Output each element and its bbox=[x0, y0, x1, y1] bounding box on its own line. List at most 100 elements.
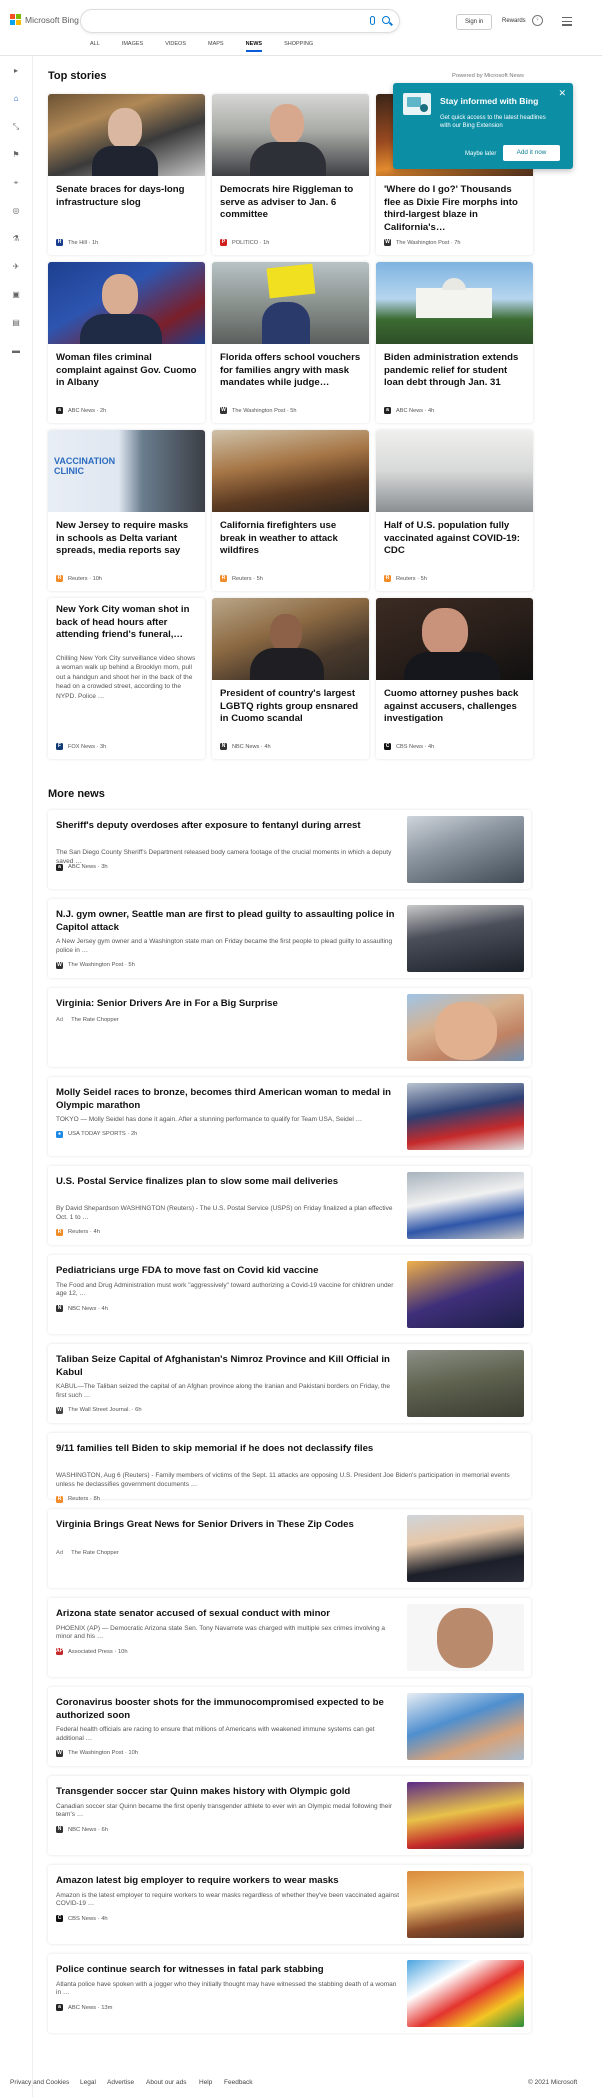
tab-images[interactable]: IMAGES bbox=[122, 41, 143, 52]
story-title[interactable]: President of country's largest LGBTQ rig… bbox=[220, 688, 363, 726]
source-name: The Washington Post bbox=[232, 407, 286, 414]
tab-news[interactable]: NEWS bbox=[245, 41, 263, 52]
news-thumbnail[interactable] bbox=[407, 1172, 524, 1239]
news-title[interactable]: N.J. gym owner, Seattle man are first to… bbox=[56, 909, 396, 934]
news-thumbnail[interactable] bbox=[407, 1871, 524, 1938]
story-card[interactable]: New York City woman shot in back of head… bbox=[48, 598, 205, 759]
news-title[interactable]: U.S. Postal Service finalizes plan to sl… bbox=[56, 1176, 396, 1189]
story-title[interactable]: Democrats hire Riggleman to serve as adv… bbox=[220, 184, 363, 222]
flag-icon[interactable]: ⚑ bbox=[11, 150, 21, 160]
news-item[interactable]: Transgender soccer star Quinn makes hist… bbox=[48, 1776, 531, 1855]
rewards-medal-icon[interactable]: ♀ bbox=[532, 15, 543, 26]
story-title[interactable]: Cuomo attorney pushes back against accus… bbox=[384, 688, 527, 726]
news-thumbnail[interactable] bbox=[407, 1604, 524, 1671]
story-card[interactable]: Woman files criminal complaint against G… bbox=[48, 262, 205, 423]
news-item[interactable]: U.S. Postal Service finalizes plan to sl… bbox=[48, 1166, 531, 1245]
entertainment-icon[interactable]: ▣ bbox=[11, 290, 21, 300]
story-title[interactable]: Biden administration extends pandemic re… bbox=[384, 352, 527, 390]
news-item[interactable]: Virginia Brings Great News for Senior Dr… bbox=[48, 1509, 531, 1588]
news-item[interactable]: Amazon latest big employer to require wo… bbox=[48, 1865, 531, 1944]
story-card[interactable]: Democrats hire Riggleman to serve as adv… bbox=[212, 94, 369, 255]
story-card[interactable]: Senate braces for days-long infrastructu… bbox=[48, 94, 205, 255]
news-title[interactable]: Coronavirus booster shots for the immuno… bbox=[56, 1697, 396, 1722]
close-icon[interactable]: ✕ bbox=[558, 88, 566, 99]
tab-all[interactable]: ALL bbox=[90, 41, 100, 52]
news-title[interactable]: Sheriff's deputy overdoses after exposur… bbox=[56, 820, 396, 833]
footer-link-privacy[interactable]: Privacy and Cookies bbox=[10, 2079, 69, 2086]
news-thumbnail[interactable] bbox=[407, 1083, 524, 1150]
maybe-later-button[interactable]: Maybe later bbox=[465, 151, 496, 157]
expand-rail-icon[interactable]: ▸ bbox=[11, 66, 21, 76]
news-thumbnail[interactable] bbox=[407, 1261, 524, 1328]
story-card[interactable]: Cuomo attorney pushes back against accus… bbox=[376, 598, 533, 759]
news-thumbnail[interactable] bbox=[407, 1350, 524, 1417]
bing-logo[interactable]: Microsoft Bing bbox=[10, 14, 79, 25]
news-thumbnail[interactable] bbox=[407, 1515, 524, 1582]
story-title[interactable]: Senate braces for days-long infrastructu… bbox=[56, 184, 199, 209]
globe-icon[interactable]: ◎ bbox=[11, 206, 21, 216]
news-item[interactable]: Coronavirus booster shots for the immuno… bbox=[48, 1687, 531, 1766]
news-item[interactable]: N.J. gym owner, Seattle man are first to… bbox=[48, 899, 531, 978]
footer-link-about-ads[interactable]: About our ads bbox=[146, 2079, 186, 2086]
news-thumbnail[interactable] bbox=[407, 905, 524, 972]
footer-link-legal[interactable]: Legal bbox=[80, 2079, 96, 2086]
news-title[interactable]: Virginia Brings Great News for Senior Dr… bbox=[56, 1519, 396, 1532]
trending-icon[interactable]: ⤡ bbox=[11, 122, 21, 132]
tab-maps[interactable]: MAPS bbox=[208, 41, 224, 52]
story-title[interactable]: California firefighters use break in wea… bbox=[220, 520, 363, 558]
search-icon[interactable] bbox=[382, 16, 390, 24]
news-title[interactable]: 9/11 families tell Biden to skip memoria… bbox=[56, 1443, 516, 1456]
news-item[interactable]: Taliban Seize Capital of Afghanistan's N… bbox=[48, 1344, 531, 1423]
story-card[interactable]: Biden administration extends pandemic re… bbox=[376, 262, 533, 423]
sign-in-button[interactable]: Sign in bbox=[456, 14, 493, 30]
news-title[interactable]: Virginia: Senior Drivers Are in For a Bi… bbox=[56, 998, 396, 1011]
news-thumbnail[interactable] bbox=[407, 994, 524, 1061]
business-icon[interactable]: ▤ bbox=[11, 318, 21, 328]
news-item[interactable]: Molly Seidel races to bronze, becomes th… bbox=[48, 1077, 531, 1156]
rocket-icon[interactable]: ✈ bbox=[11, 262, 21, 272]
story-title[interactable]: New York City woman shot in back of head… bbox=[56, 604, 199, 642]
tab-videos[interactable]: VIDEOS bbox=[165, 41, 186, 52]
menu-icon[interactable] bbox=[562, 17, 572, 28]
news-item[interactable]: 9/11 families tell Biden to skip memoria… bbox=[48, 1433, 531, 1503]
story-card[interactable]: Half of U.S. population fully vaccinated… bbox=[376, 430, 533, 591]
news-title[interactable]: Pediatricians urge FDA to move fast on C… bbox=[56, 1265, 396, 1278]
science-icon[interactable]: ⚗ bbox=[11, 234, 21, 244]
search-input[interactable] bbox=[80, 9, 400, 33]
news-thumbnail[interactable] bbox=[407, 1960, 524, 2027]
news-item[interactable]: Police continue search for witnesses in … bbox=[48, 1954, 531, 2033]
add-extension-button[interactable]: Add it now bbox=[503, 145, 560, 161]
news-item[interactable]: Pediatricians urge FDA to move fast on C… bbox=[48, 1255, 531, 1334]
story-title[interactable]: Woman files criminal complaint against G… bbox=[56, 352, 199, 390]
news-thumbnail[interactable] bbox=[407, 1782, 524, 1849]
story-title[interactable]: Florida offers school vouchers for famil… bbox=[220, 352, 363, 390]
home-icon[interactable]: ⌂ bbox=[11, 94, 21, 104]
news-title[interactable]: Transgender soccer star Quinn makes hist… bbox=[56, 1786, 396, 1799]
news-item[interactable]: Sheriff's deputy overdoses after exposur… bbox=[48, 810, 531, 889]
news-thumbnail[interactable] bbox=[407, 1693, 524, 1760]
footer-link-feedback[interactable]: Feedback bbox=[224, 2079, 253, 2086]
money-icon[interactable]: ▬ bbox=[11, 346, 21, 356]
rewards-link[interactable]: Rewards bbox=[502, 18, 526, 24]
news-title[interactable]: Molly Seidel races to bronze, becomes th… bbox=[56, 1087, 396, 1112]
news-title[interactable]: Police continue search for witnesses in … bbox=[56, 1964, 396, 1977]
tab-shopping[interactable]: SHOPPING bbox=[284, 41, 313, 52]
story-title[interactable]: 'Where do I go?' Thousands flee as Dixie… bbox=[384, 184, 527, 234]
news-snippet: A New Jersey gym owner and a Washington … bbox=[56, 938, 393, 954]
story-title[interactable]: Half of U.S. population fully vaccinated… bbox=[384, 520, 527, 558]
microphone-icon[interactable] bbox=[370, 16, 375, 25]
news-title[interactable]: Amazon latest big employer to require wo… bbox=[56, 1875, 396, 1888]
location-icon[interactable]: ⌖ bbox=[11, 178, 21, 188]
story-card[interactable]: President of country's largest LGBTQ rig… bbox=[212, 598, 369, 759]
footer-link-advertise[interactable]: Advertise bbox=[107, 2079, 134, 2086]
news-title[interactable]: Arizona state senator accused of sexual … bbox=[56, 1608, 396, 1621]
news-item[interactable]: Virginia: Senior Drivers Are in For a Bi… bbox=[48, 988, 531, 1067]
footer-link-help[interactable]: Help bbox=[199, 2079, 212, 2086]
story-card[interactable]: California firefighters use break in wea… bbox=[212, 430, 369, 591]
story-card[interactable]: VACCINATION CLINIC New Jersey to require … bbox=[48, 430, 205, 591]
news-title[interactable]: Taliban Seize Capital of Afghanistan's N… bbox=[56, 1354, 396, 1379]
story-card[interactable]: Florida offers school vouchers for famil… bbox=[212, 262, 369, 423]
news-thumbnail[interactable] bbox=[407, 816, 524, 883]
news-item[interactable]: Arizona state senator accused of sexual … bbox=[48, 1598, 531, 1677]
story-title[interactable]: New Jersey to require masks in schools a… bbox=[56, 520, 199, 558]
